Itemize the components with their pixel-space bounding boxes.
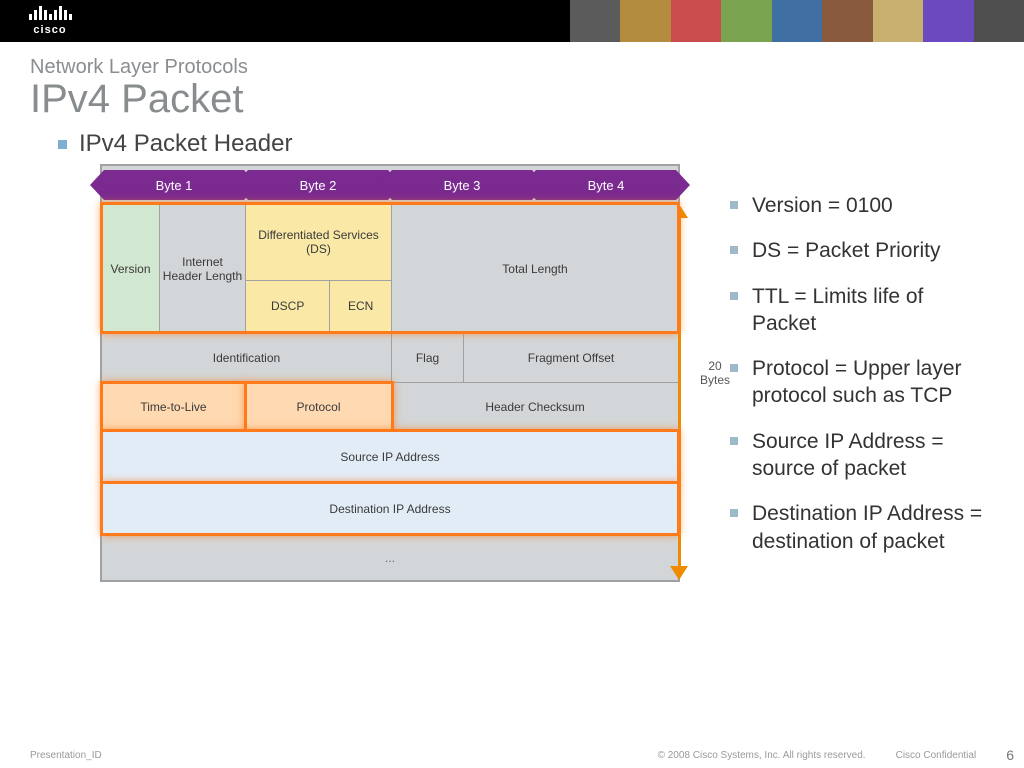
- byte-arrow-2: Byte 2: [248, 170, 388, 200]
- note-item: DS = Packet Priority: [730, 237, 984, 264]
- field-flag: Flag: [392, 333, 464, 382]
- notes-list: Version = 0100 DS = Packet Priority TTL …: [726, 164, 994, 738]
- field-checksum: Header Checksum: [392, 383, 678, 430]
- field-dest-ip: Destination IP Address: [102, 483, 678, 534]
- field-ttl: Time-to-Live: [102, 383, 246, 430]
- slide-footer: Presentation_ID © 2008 Cisco Systems, In…: [0, 744, 1024, 768]
- field-dscp: DSCP: [246, 281, 330, 332]
- byte-arrow-1: Byte 1: [104, 170, 244, 200]
- field-source-ip: Source IP Address: [102, 431, 678, 482]
- field-identification: Identification: [102, 333, 392, 382]
- field-ihl: Internet Header Length: [160, 205, 246, 332]
- field-ds-label: Differentiated Services (DS): [246, 205, 391, 281]
- footer-center: © 2008 Cisco Systems, Inc. All rights re…: [658, 750, 866, 761]
- note-item: Destination IP Address = destination of …: [730, 500, 984, 555]
- footer-left: Presentation_ID: [30, 750, 102, 761]
- bullet-icon: [58, 140, 67, 149]
- slide-body: Network Layer Protocols IPv4 Packet IPv4…: [0, 42, 1024, 744]
- cisco-bars-icon: [29, 6, 72, 20]
- byte-arrow-3: Byte 3: [392, 170, 532, 200]
- size-label: 20 Bytes: [692, 359, 738, 387]
- note-item: Source IP Address = source of packet: [730, 428, 984, 483]
- top-banner: cisco: [0, 0, 1024, 42]
- field-ecn: ECN: [330, 281, 391, 332]
- slide-title: IPv4 Packet: [30, 77, 994, 122]
- note-item: TTL = Limits life of Packet: [730, 283, 984, 338]
- note-item: Version = 0100: [730, 192, 984, 219]
- field-ds: Differentiated Services (DS) DSCP ECN: [246, 205, 392, 332]
- footer-conf: Cisco Confidential: [896, 750, 977, 761]
- field-version: Version: [102, 205, 160, 332]
- cisco-logo: cisco: [0, 0, 100, 42]
- slide-pretitle: Network Layer Protocols: [30, 56, 994, 79]
- brand-text: cisco: [33, 24, 66, 36]
- field-fragment-offset: Fragment Offset: [464, 333, 678, 382]
- page-number: 6: [1006, 747, 1014, 763]
- banner-spacer: [100, 0, 570, 42]
- field-total-length: Total Length: [392, 205, 678, 332]
- field-options: ...: [102, 535, 678, 580]
- field-protocol: Protocol: [246, 383, 392, 430]
- slide-subtitle: IPv4 Packet Header: [79, 130, 292, 158]
- byte-arrow-4: Byte 4: [536, 170, 676, 200]
- note-item: Protocol = Upper layer protocol such as …: [730, 355, 984, 410]
- packet-diagram: Byte 1 Byte 2 Byte 3 Byte 4 Version Inte…: [30, 164, 710, 738]
- photo-strip: [570, 0, 1024, 42]
